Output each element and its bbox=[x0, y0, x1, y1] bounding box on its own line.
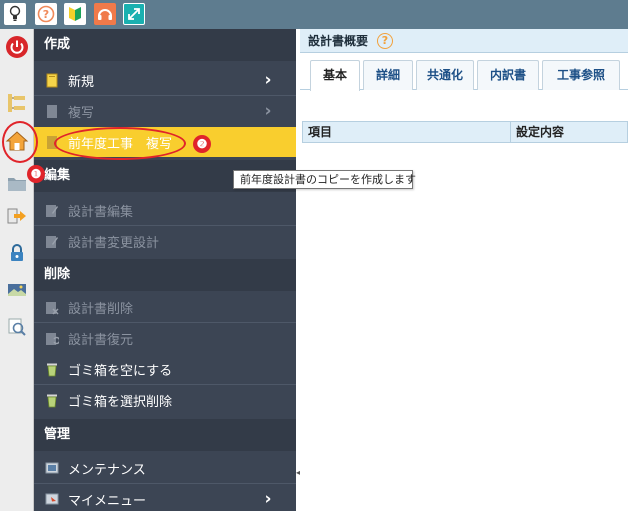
menu-item-copy[interactable]: 複写 › bbox=[34, 96, 296, 126]
left-icon-strip bbox=[0, 29, 34, 511]
menu-divider bbox=[34, 483, 296, 484]
expand-icon bbox=[128, 8, 140, 20]
tooltip: 前年度設計書のコピーを作成します bbox=[233, 170, 416, 189]
edit-doc-icon bbox=[45, 203, 59, 218]
menu-divider bbox=[34, 322, 296, 323]
tab-breakdown[interactable]: 内訳書 bbox=[477, 60, 539, 90]
menu-item-empty-trash[interactable]: ゴミ箱を空にする bbox=[34, 354, 296, 384]
trash-icon bbox=[45, 362, 59, 377]
search-doc-button[interactable] bbox=[5, 315, 29, 339]
svg-text:?: ? bbox=[43, 8, 49, 21]
top-toolbar: ? bbox=[0, 0, 628, 29]
delete-doc-icon bbox=[45, 300, 59, 315]
document-icon bbox=[45, 104, 59, 119]
tab-basic[interactable]: 基本 bbox=[310, 60, 360, 91]
image-button[interactable] bbox=[5, 278, 29, 302]
annotation-ellipse-home bbox=[2, 121, 38, 163]
support-headset-icon bbox=[98, 9, 112, 20]
change-doc-icon bbox=[45, 234, 59, 249]
lightbulb-button[interactable] bbox=[4, 3, 26, 25]
support-button[interactable] bbox=[94, 3, 116, 25]
tab-bar: 基本 詳細 共通化 内訳書 工事参照 bbox=[300, 60, 628, 91]
tab-common[interactable]: 共通化 bbox=[416, 60, 474, 90]
table-header: 項目 設定内容 bbox=[302, 121, 628, 143]
trash-icon bbox=[45, 393, 59, 408]
folder-icon bbox=[8, 178, 26, 191]
power-icon bbox=[6, 36, 28, 58]
lock-button[interactable] bbox=[5, 241, 29, 265]
arrow-export-icon bbox=[7, 208, 26, 224]
tab-detail[interactable]: 詳細 bbox=[363, 60, 413, 90]
help-icon: ? bbox=[37, 5, 55, 23]
menu-item-delete-doc[interactable]: 設計書削除 bbox=[34, 292, 296, 322]
panel-title: 設計書概要 bbox=[300, 29, 628, 53]
menu-item-select-delete-trash[interactable]: ゴミ箱を選択削除 bbox=[34, 385, 296, 415]
folder-button[interactable] bbox=[5, 171, 29, 195]
design-summary-panel: 設計書概要 ? 基本 詳細 共通化 内訳書 工事参照 項目 設定内容 bbox=[300, 29, 628, 511]
chevron-right-icon: › bbox=[264, 101, 272, 121]
document-icon bbox=[45, 73, 59, 88]
menu-item-change-design[interactable]: 設計書変更設計 bbox=[34, 226, 296, 256]
annotation-ellipse-prev-year-copy bbox=[54, 127, 186, 160]
menu-item-restore-doc[interactable]: 設計書復元 bbox=[34, 323, 296, 353]
help-icon[interactable]: ? bbox=[377, 33, 393, 49]
column-settings: 設定内容 bbox=[516, 125, 565, 139]
section-manage: 管理 bbox=[34, 419, 296, 451]
lightbulb-icon bbox=[9, 5, 21, 21]
tree-structure-icon bbox=[8, 94, 25, 112]
section-delete: 削除 bbox=[34, 259, 296, 291]
menu-item-maintenance[interactable]: メンテナンス bbox=[34, 453, 296, 483]
beginner-mark-icon bbox=[69, 7, 81, 21]
dropdown-menu: 作成 新規 › 複写 › 前年度工事 複写 編集 設計書編集 設計書変更設計 削… bbox=[34, 29, 296, 511]
tree-view-button[interactable] bbox=[5, 91, 29, 115]
menu-divider bbox=[34, 225, 296, 226]
chevron-right-icon: › bbox=[264, 489, 272, 509]
maintenance-icon bbox=[45, 461, 59, 476]
menu-divider bbox=[34, 95, 296, 96]
beginner-button[interactable] bbox=[64, 3, 86, 25]
restore-doc-icon bbox=[45, 331, 59, 346]
tab-construction-reference[interactable]: 工事参照 bbox=[542, 60, 620, 90]
column-item: 項目 bbox=[308, 125, 333, 139]
menu-item-new[interactable]: 新規 › bbox=[34, 65, 296, 95]
magnifier-icon bbox=[8, 318, 26, 336]
menu-item-my-menu[interactable]: マイメニュー › bbox=[34, 484, 296, 511]
help-button[interactable]: ? bbox=[35, 3, 57, 25]
chevron-right-icon: › bbox=[264, 70, 272, 90]
annotation-number-2: ❷ bbox=[193, 135, 211, 153]
menu-divider bbox=[34, 384, 296, 385]
expand-button[interactable] bbox=[123, 3, 145, 25]
export-button[interactable] bbox=[5, 204, 29, 228]
menu-item-edit-doc[interactable]: 設計書編集 bbox=[34, 195, 296, 225]
section-create: 作成 bbox=[34, 29, 296, 61]
my-menu-icon bbox=[45, 492, 59, 507]
power-button[interactable] bbox=[5, 35, 29, 59]
annotation-number-1: ❶ bbox=[27, 165, 45, 183]
lock-icon bbox=[11, 244, 23, 261]
photo-icon bbox=[8, 284, 26, 296]
